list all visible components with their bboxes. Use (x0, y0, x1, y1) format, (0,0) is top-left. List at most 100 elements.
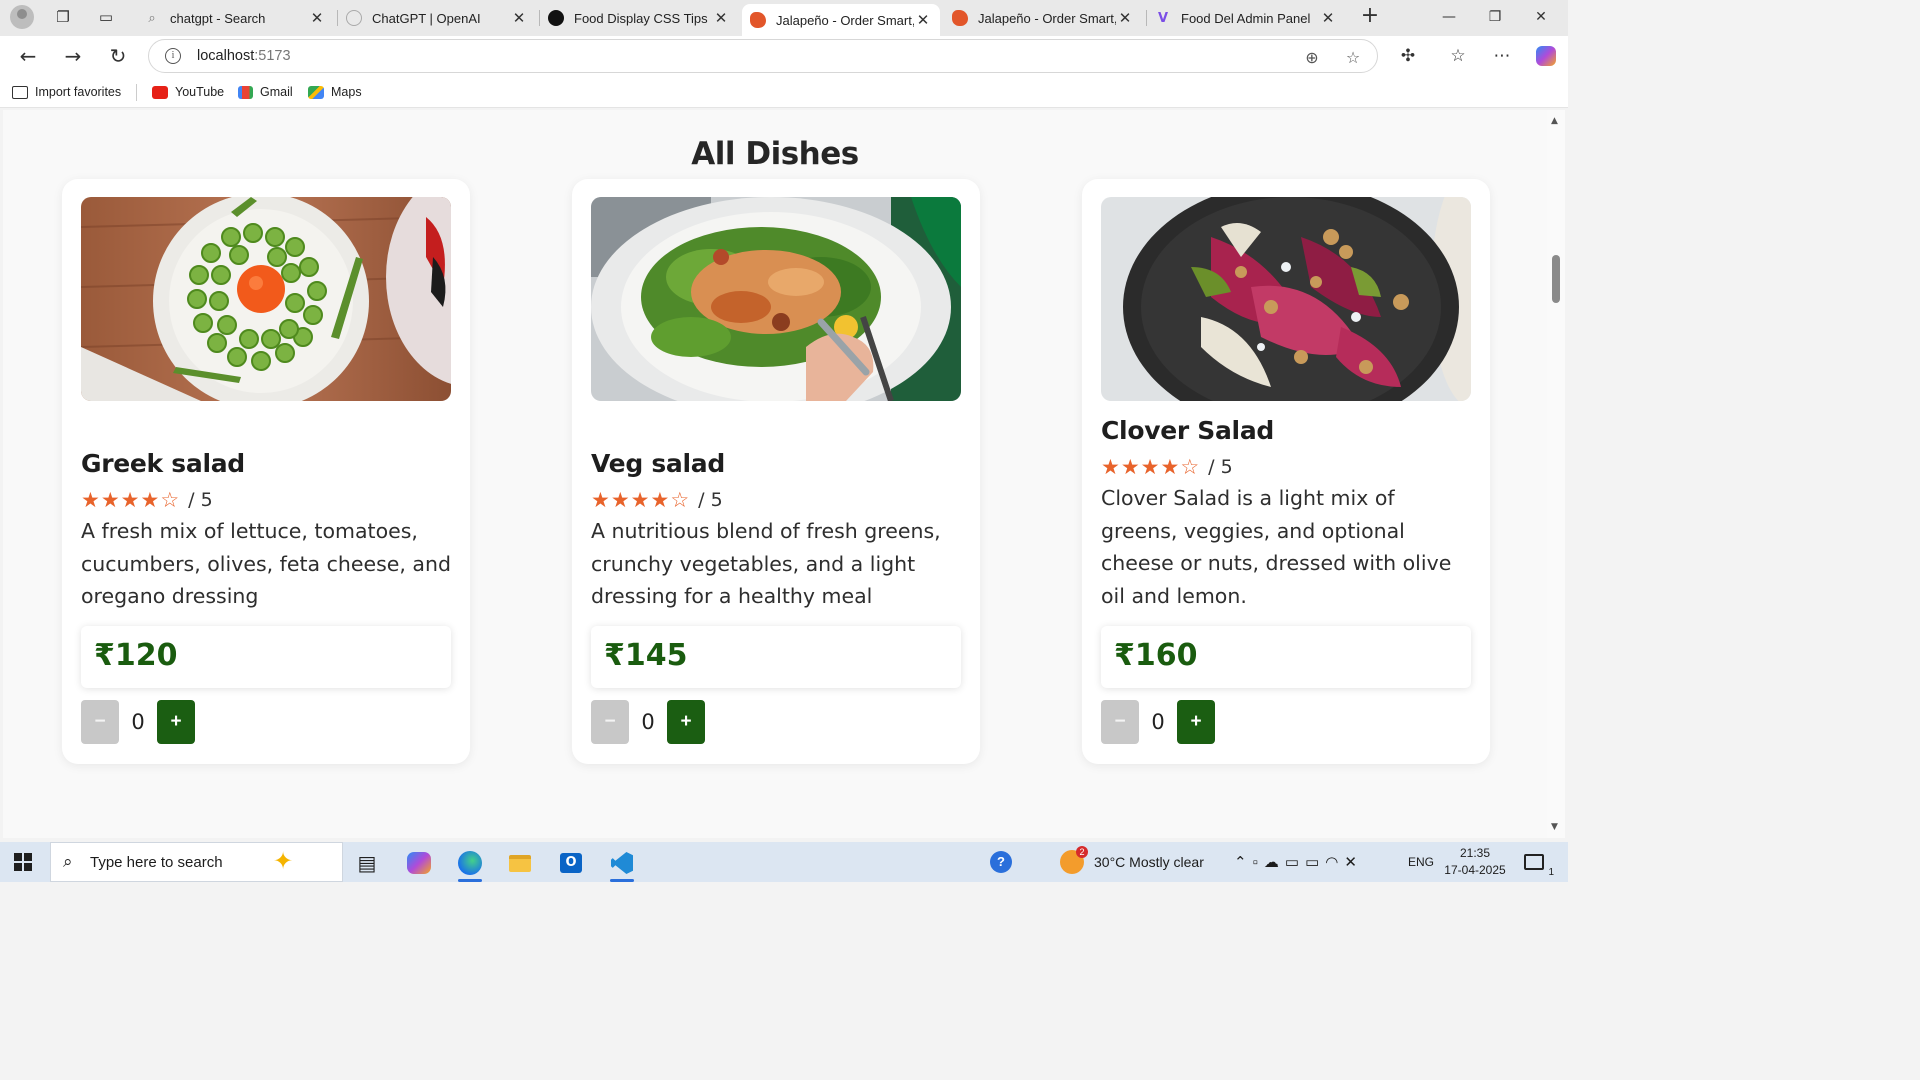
favorites-icon[interactable]: ☆ (1443, 42, 1473, 70)
weather-widget[interactable]: 2 30°C Mostly clear (1060, 842, 1204, 882)
star-full-icon: ★ (650, 487, 670, 512)
outlook-app-icon[interactable]: O (551, 846, 591, 880)
decrease-quantity-button[interactable]: − (81, 700, 119, 744)
maps-icon (308, 85, 324, 99)
tab-chatgpt-search[interactable]: ⌕ chatgpt - Search ✕ (136, 4, 334, 32)
system-tray[interactable]: ⌃ ▫ ☁ ▭ ▭ ◠ ✕ (1234, 842, 1363, 882)
gmail-link[interactable]: Gmail (238, 83, 293, 101)
star-empty-icon: ☆ (670, 487, 690, 512)
quantity-value: 0 (131, 710, 145, 734)
task-view-icon[interactable]: ▤ (347, 846, 387, 880)
star-full-icon: ★ (591, 487, 610, 512)
meet-icon[interactable]: ▫ (1253, 854, 1264, 871)
price-box: ₹120 (81, 626, 451, 688)
star-full-icon: ★ (120, 487, 140, 512)
favorite-star-icon[interactable]: ☆ (1342, 46, 1364, 68)
import-favorites-link[interactable]: Import favorites (12, 83, 121, 101)
close-tab-icon[interactable]: ✕ (1319, 9, 1337, 27)
tab-title: chatgpt - Search (170, 10, 266, 26)
dish-description: A nutritious blend of fresh greens, crun… (591, 519, 941, 608)
help-icon[interactable]: ? (990, 842, 1012, 882)
star-full-icon: ★ (1120, 454, 1140, 479)
star-full-icon: ★ (81, 487, 100, 512)
decrease-quantity-button[interactable]: − (591, 700, 629, 744)
windows-start-icon[interactable] (14, 853, 32, 871)
dish-name: Veg salad (591, 449, 725, 478)
close-tab-icon[interactable]: ✕ (914, 11, 932, 29)
close-window-button[interactable]: ✕ (1518, 0, 1564, 34)
dish-price: ₹160 (1114, 638, 1198, 673)
jalapeno-icon (750, 12, 766, 28)
favorite-label: Gmail (260, 85, 293, 99)
edge-app-icon[interactable] (450, 846, 490, 882)
file-explorer-icon[interactable] (500, 846, 540, 880)
wifi-icon[interactable]: ◠ (1325, 853, 1344, 871)
site-info-icon[interactable]: i (165, 48, 181, 64)
increase-quantity-button[interactable]: + (1177, 700, 1215, 744)
star-full-icon: ★ (140, 487, 160, 512)
chevron-up-icon[interactable]: ⌃ (1234, 853, 1253, 871)
close-tab-icon[interactable]: ✕ (1116, 9, 1134, 27)
tab-title: Food Display CSS Tips (574, 10, 708, 26)
taskbar-search[interactable]: ⌕ Type here to search ✦ (50, 842, 343, 882)
dish-price: ₹145 (604, 638, 688, 673)
dish-image (591, 197, 961, 401)
scroll-down-arrow-icon[interactable]: ▼ (1551, 822, 1558, 832)
tab-actions-icon[interactable]: ▭ (93, 5, 119, 29)
greek-salad-photo (81, 197, 451, 401)
quantity-value: 0 (641, 710, 655, 734)
increase-quantity-button[interactable]: + (157, 700, 195, 744)
tab-jalapeno[interactable]: Jalapeño - Order Smart, E ✕ (944, 4, 1142, 32)
favorite-label: Maps (331, 85, 362, 99)
language-indicator[interactable]: ENG (1408, 842, 1434, 882)
vscode-app-icon[interactable] (602, 846, 642, 882)
sparkle-icon: ✦ (273, 847, 294, 875)
workspaces-icon[interactable]: ❐ (50, 5, 76, 29)
more-options-icon[interactable]: ⋯ (1487, 42, 1517, 70)
forward-button[interactable]: → (58, 42, 88, 70)
decrease-quantity-button[interactable]: − (1101, 700, 1139, 744)
tab-food-display-css[interactable]: Food Display CSS Tips ✕ (540, 4, 738, 32)
maps-link[interactable]: Maps (308, 83, 362, 101)
copilot-app-icon[interactable] (399, 846, 439, 880)
volume-muted-icon[interactable]: ✕ (1344, 853, 1363, 871)
section-title: All Dishes (691, 136, 859, 172)
star-full-icon: ★ (1101, 454, 1120, 479)
increase-quantity-button[interactable]: + (667, 700, 705, 744)
star-full-icon: ★ (610, 487, 630, 512)
copilot-icon[interactable] (1531, 42, 1561, 70)
tab-chatgpt-openai[interactable]: ChatGPT | OpenAI ✕ (338, 4, 536, 32)
browser-toolbar: ← → ↻ i localhost:5173 ⊕ ☆ (0, 36, 1568, 76)
tab-food-del-admin[interactable]: V Food Del Admin Panel ✕ (1147, 4, 1345, 32)
clock[interactable]: 21:35 17-04-2025 (1442, 845, 1508, 879)
rating: ★ ★ ★ ★ ☆ / 5 (591, 485, 961, 515)
address-bar[interactable]: i localhost:5173 ⊕ ☆ (148, 39, 1378, 73)
restore-button[interactable]: ❐ (1472, 0, 1518, 34)
jalapeno-icon (952, 10, 968, 26)
close-tab-icon[interactable]: ✕ (712, 9, 730, 27)
search-placeholder: Type here to search (90, 854, 223, 871)
youtube-link[interactable]: YouTube (152, 83, 224, 101)
scroll-thumb[interactable] (1552, 255, 1560, 303)
notifications-icon[interactable]: 1 (1524, 842, 1554, 882)
battery-icon[interactable]: ▭ (1305, 853, 1325, 871)
zoom-icon[interactable]: ⊕ (1301, 46, 1323, 68)
profile-avatar[interactable] (10, 5, 34, 29)
reload-button[interactable]: ↻ (103, 42, 133, 70)
favorite-label: Import favorites (35, 85, 122, 99)
display-icon[interactable]: ▭ (1285, 853, 1305, 871)
scroll-up-arrow-icon[interactable]: ▲ (1551, 116, 1558, 126)
close-tab-icon[interactable]: ✕ (308, 9, 326, 27)
page-scrollbar[interactable]: ▲ ▼ (1547, 110, 1565, 838)
extensions-icon[interactable]: ✣ (1393, 42, 1423, 70)
tab-jalapeno-active[interactable]: Jalapeño - Order Smart, E ✕ (742, 4, 940, 36)
back-button[interactable]: ← (13, 42, 43, 70)
quantity-stepper: − 0 + (81, 700, 195, 744)
minimize-button[interactable]: — (1426, 0, 1472, 34)
veg-salad-photo (591, 197, 961, 401)
close-tab-icon[interactable]: ✕ (510, 9, 528, 27)
new-tab-button[interactable]: + (1358, 4, 1382, 30)
notification-count: 1 (1548, 867, 1554, 878)
onedrive-icon[interactable]: ☁ (1264, 853, 1285, 871)
star-empty-icon: ☆ (160, 487, 180, 512)
